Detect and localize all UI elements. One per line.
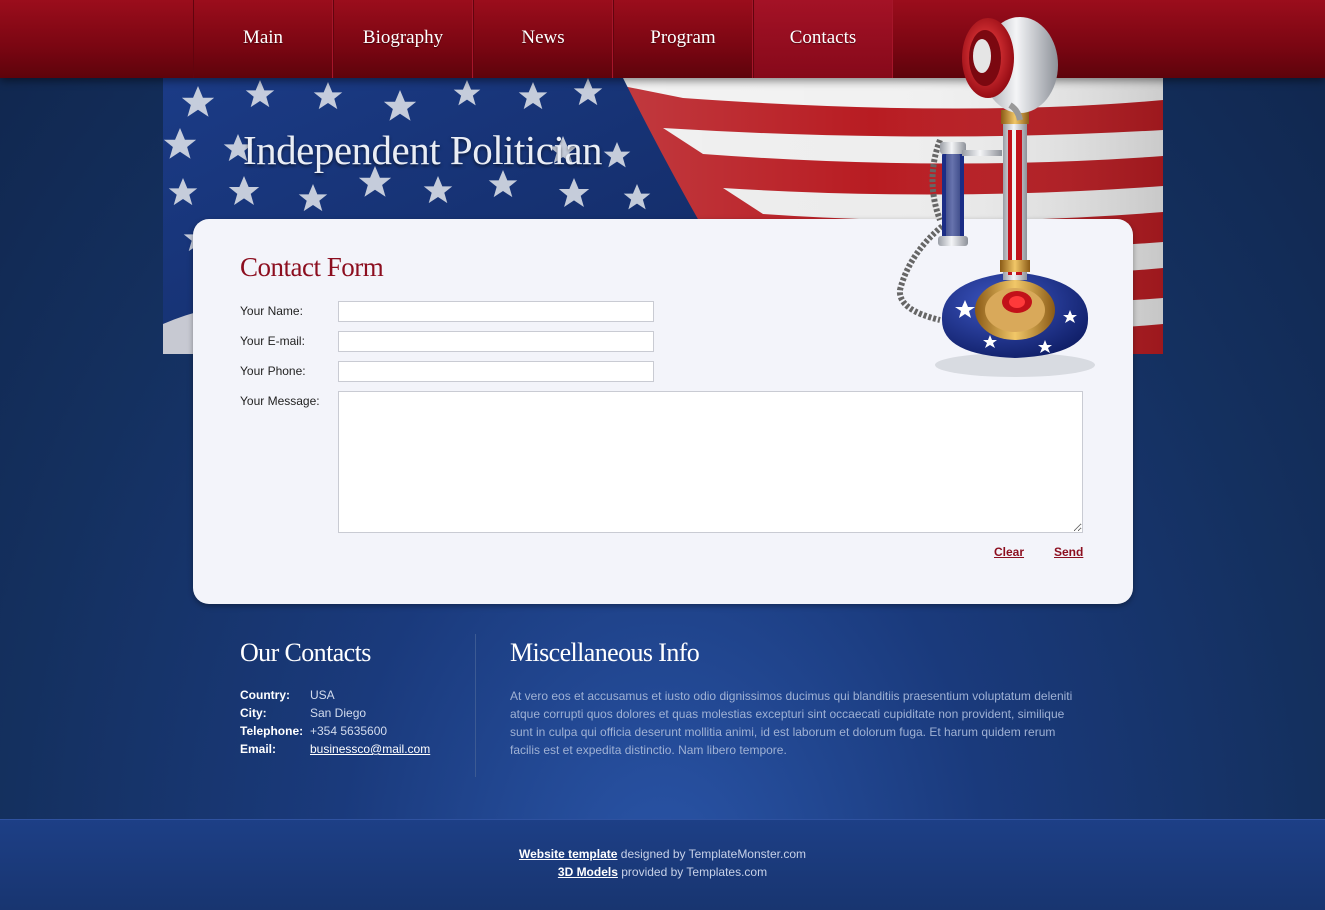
contact-value: +354 5635600 bbox=[310, 724, 388, 738]
message-field[interactable] bbox=[338, 391, 1083, 533]
section-divider bbox=[475, 634, 476, 777]
nav-item-program[interactable]: Program bbox=[613, 0, 753, 78]
send-button[interactable]: Send bbox=[1054, 545, 1083, 559]
candlestick-phone-icon bbox=[896, 17, 1095, 377]
top-nav: Main Biography News Program Contacts bbox=[0, 0, 1325, 78]
nav-item-main[interactable]: Main bbox=[193, 0, 333, 78]
email-label: Your E-mail: bbox=[240, 334, 305, 348]
message-label: Your Message: bbox=[240, 394, 320, 408]
contact-value: San Diego bbox=[310, 706, 367, 720]
footer-credit-line-1: Website template designed by TemplateMon… bbox=[0, 847, 1325, 861]
email-field[interactable] bbox=[338, 331, 654, 352]
nav-menu: Main Biography News Program Contacts bbox=[193, 0, 893, 78]
our-contacts-heading: Our Contacts bbox=[240, 638, 371, 667]
name-field[interactable] bbox=[338, 301, 654, 322]
phone-field[interactable] bbox=[338, 361, 654, 382]
contact-key: Telephone: bbox=[240, 724, 304, 738]
contact-form-title: Contact Form bbox=[240, 252, 384, 282]
nav-item-biography[interactable]: Biography bbox=[333, 0, 473, 78]
footer-credit-text: designed by TemplateMonster.com bbox=[617, 847, 807, 861]
contact-key: Country: bbox=[240, 688, 290, 702]
website-template-link[interactable]: Website template bbox=[519, 847, 617, 861]
nav-item-news[interactable]: News bbox=[473, 0, 613, 78]
email-link[interactable]: businessco@mail.com bbox=[310, 742, 430, 756]
footer-credit-line-2: 3D Models provided by Templates.com bbox=[0, 865, 1325, 879]
contact-value: USA bbox=[310, 688, 335, 702]
clear-button[interactable]: Clear bbox=[994, 545, 1024, 559]
footer: Website template designed by TemplateMon… bbox=[0, 819, 1325, 910]
contact-key: Email: bbox=[240, 742, 277, 756]
contact-key: City: bbox=[240, 706, 267, 720]
name-label: Your Name: bbox=[240, 304, 303, 318]
footer-credit-text: provided by Templates.com bbox=[617, 865, 768, 879]
misc-info-heading: Miscellaneous Info bbox=[510, 638, 700, 667]
phone-label: Your Phone: bbox=[240, 364, 306, 378]
site-title: Independent Politician bbox=[243, 127, 603, 173]
3d-models-link[interactable]: 3D Models bbox=[558, 865, 618, 879]
misc-info-text: At vero eos et accusamus et iusto odio d… bbox=[510, 689, 1073, 757]
